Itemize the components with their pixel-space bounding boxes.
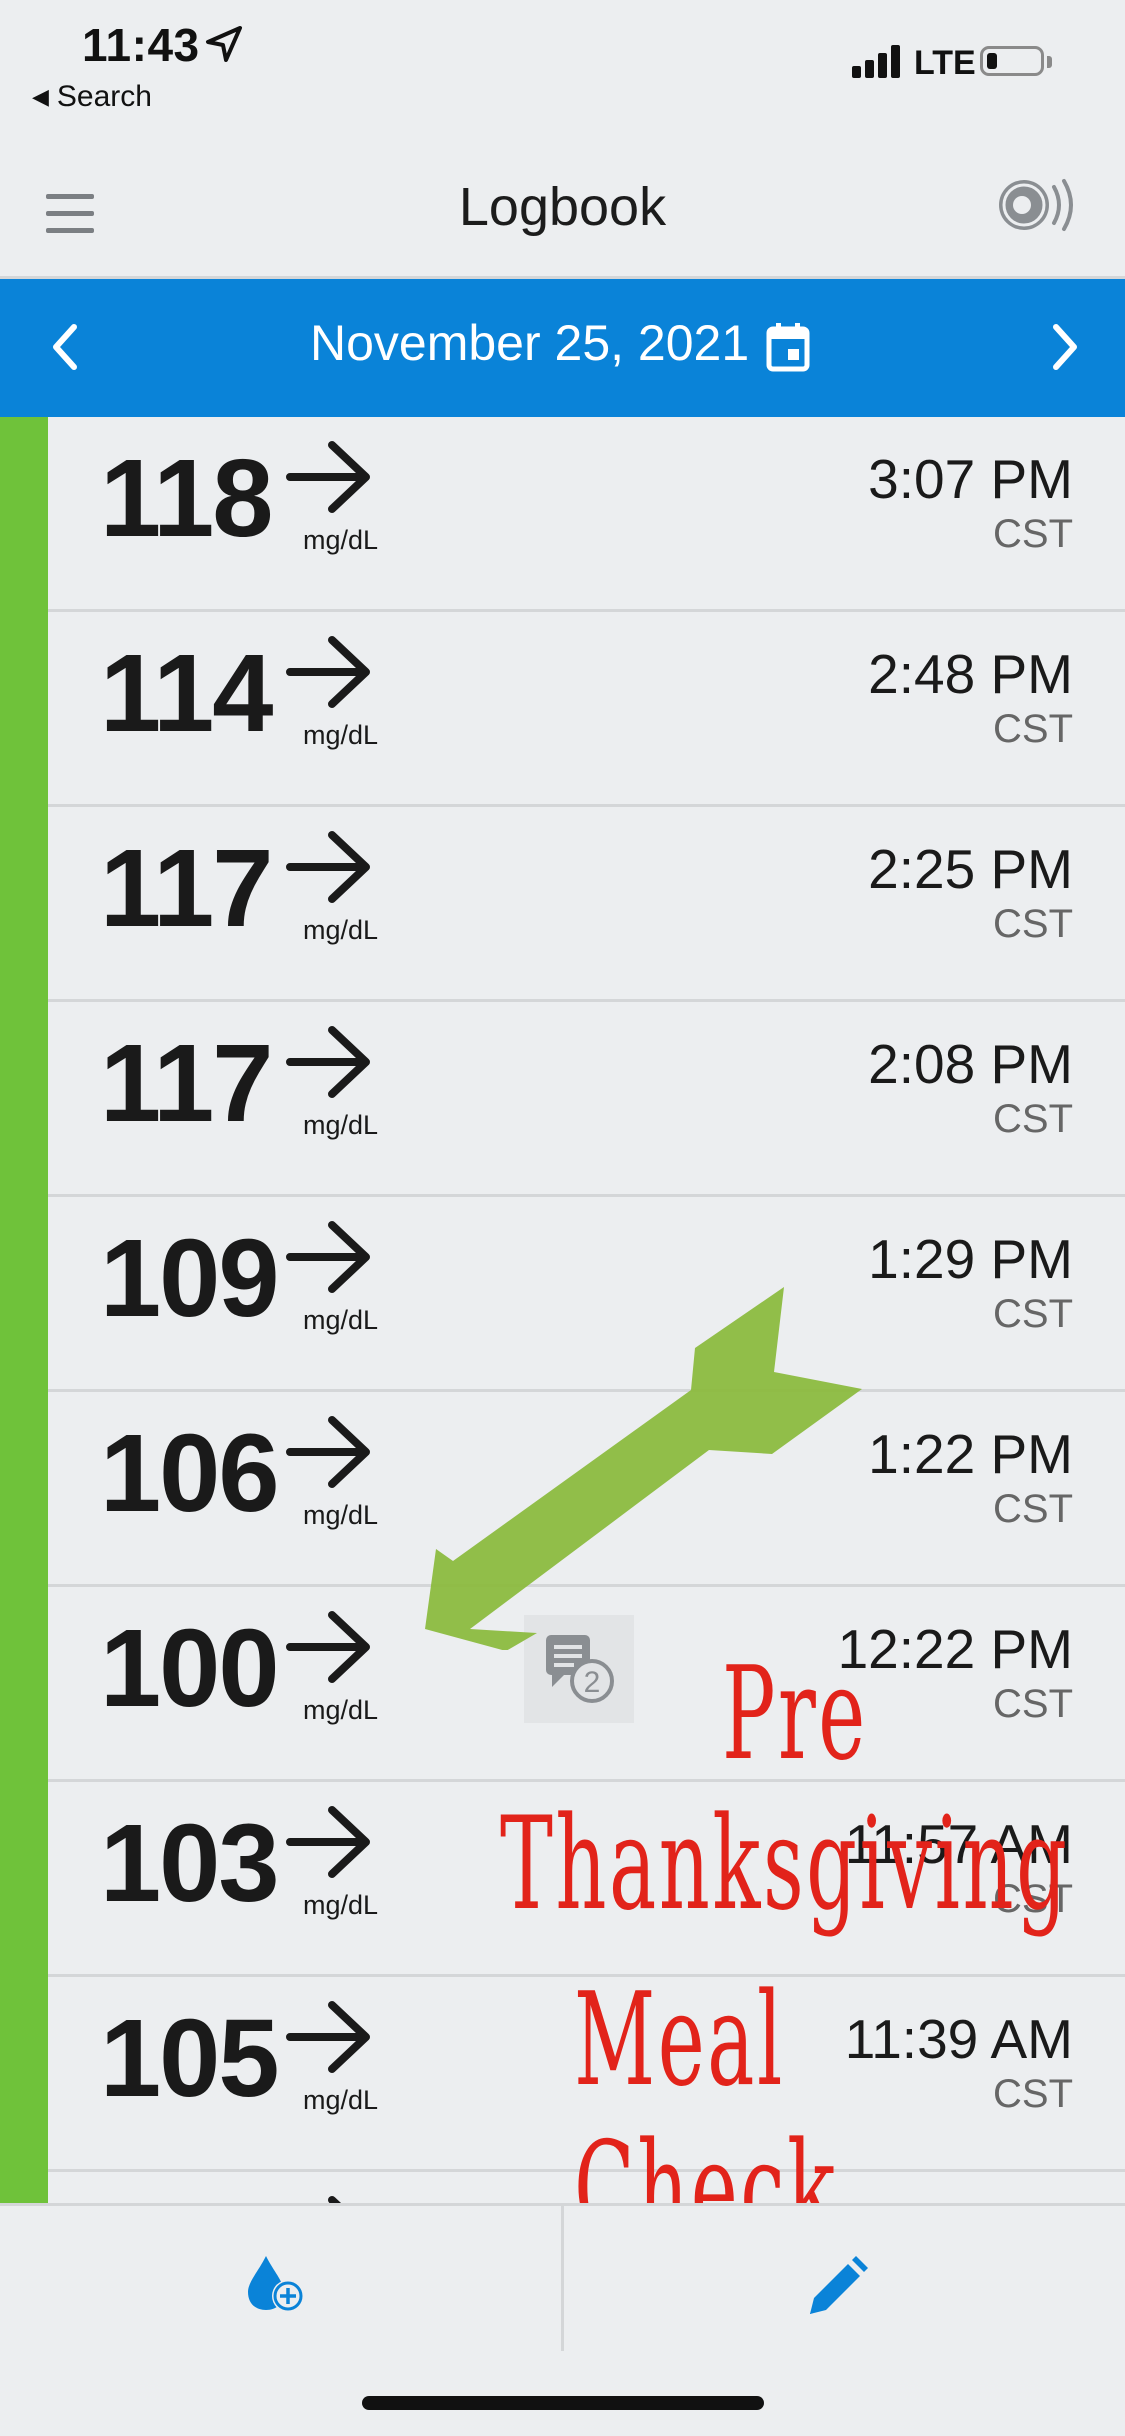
- glucose-value: 103: [100, 1802, 280, 1925]
- glucose-value: 109: [100, 1217, 280, 1340]
- glucose-unit: mg/dL: [303, 1305, 379, 1335]
- current-date[interactable]: November 25, 2021: [310, 314, 749, 372]
- glucose-value: 106: [100, 1412, 280, 1535]
- chevron-left-icon[interactable]: [44, 317, 84, 377]
- table-row[interactable]: 117 mg/dL 2:25 PM CST: [48, 807, 1125, 1002]
- reading-time: 12:22 PM: [837, 1618, 1073, 1680]
- trend-arrow-right-icon: [286, 1806, 370, 1878]
- reading-timezone: CST: [993, 707, 1073, 751]
- bottom-toolbar: [0, 2203, 1125, 2351]
- reading-time: 2:25 PM: [868, 838, 1073, 900]
- reading-time: 1:29 PM: [868, 1228, 1073, 1290]
- add-blood-glucose-icon: [248, 2256, 304, 2312]
- network-type: LTE: [914, 44, 976, 82]
- table-row[interactable]: 109 mg/dL 1:29 PM CST: [48, 1197, 1125, 1392]
- table-row[interactable]: 118 mg/dL 3:07 PM CST: [48, 417, 1125, 612]
- reading-time: 2:48 PM: [868, 643, 1073, 705]
- glucose-value: 117: [100, 827, 273, 950]
- table-row[interactable]: 117 mg/dL 2:08 PM CST: [48, 1002, 1125, 1197]
- reading-time: 1:22 PM: [868, 1423, 1073, 1485]
- reading-timezone: CST: [993, 1487, 1073, 1531]
- trend-arrow-right-icon: [286, 2001, 370, 2073]
- reading-time: 2:08 PM: [868, 1033, 1073, 1095]
- back-triangle-icon: ◀: [32, 84, 49, 109]
- reading-timezone: CST: [993, 512, 1073, 556]
- annotation-line-2: Thanksgiving: [500, 1790, 1070, 1939]
- glucose-unit: mg/dL: [303, 915, 379, 945]
- trend-arrow-right-icon: [286, 441, 370, 513]
- back-to-search-link[interactable]: ◀ Search: [32, 80, 152, 114]
- reading-timezone: CST: [993, 1682, 1073, 1726]
- glucose-unit: mg/dL: [303, 1890, 379, 1920]
- location-arrow-icon: [206, 26, 242, 62]
- table-row[interactable]: 100 mg/dL 2 12:22 PM CST: [48, 1587, 1125, 1782]
- trend-arrow-right-icon: [286, 636, 370, 708]
- status-bar: 11:43 ◀ Search LTE: [0, 0, 1125, 150]
- glucose-value: 117: [100, 1022, 273, 1145]
- table-row[interactable]: 114 mg/dL 2:48 PM CST: [48, 612, 1125, 807]
- date-navigator: November 25, 2021: [0, 279, 1125, 417]
- glucose-unit: mg/dL: [303, 525, 379, 555]
- notes-icon[interactable]: 2: [524, 1615, 634, 1723]
- trend-arrow-right-icon: [286, 1611, 370, 1683]
- reading-time: 3:07 PM: [868, 448, 1073, 510]
- trend-arrow-right-icon: [286, 831, 370, 903]
- page-title: Logbook: [458, 177, 667, 237]
- glucose-unit: mg/dL: [303, 2085, 379, 2115]
- trend-arrow-right-icon: [328, 2196, 342, 2203]
- status-time: 11:43: [82, 19, 200, 71]
- annotation-line-1: Pre: [722, 1640, 868, 1789]
- back-label: Search: [56, 80, 152, 113]
- glucose-unit: mg/dL: [303, 720, 379, 750]
- calendar-icon[interactable]: [766, 321, 810, 373]
- in-range-indicator: [0, 417, 48, 2203]
- add-reading-button[interactable]: [0, 2206, 560, 2351]
- table-row[interactable]: 106 mg/dL 1:22 PM CST: [48, 1392, 1125, 1587]
- chevron-right-icon[interactable]: [1046, 317, 1086, 377]
- home-indicator[interactable]: [362, 2396, 764, 2410]
- notes-count: 2: [584, 1666, 601, 1699]
- pencil-edit-icon: [810, 2256, 868, 2314]
- trend-arrow-right-icon: [286, 1416, 370, 1488]
- reading-timezone: CST: [993, 2072, 1073, 2116]
- trend-arrow-right-icon: [286, 1026, 370, 1098]
- glucose-unit: mg/dL: [303, 1695, 379, 1725]
- glucose-unit: mg/dL: [303, 1110, 379, 1140]
- sensor-scan-icon[interactable]: [998, 175, 1082, 235]
- reading-timezone: CST: [993, 1097, 1073, 1141]
- glucose-unit: mg/dL: [303, 1500, 379, 1530]
- glucose-value: 118: [100, 437, 273, 560]
- reading-timezone: CST: [993, 902, 1073, 946]
- reading-timezone: CST: [993, 1292, 1073, 1336]
- app-header: Logbook: [0, 150, 1125, 279]
- trend-arrow-right-icon: [286, 1221, 370, 1293]
- glucose-value: 114: [100, 632, 273, 755]
- glucose-value: 105: [100, 1997, 280, 2120]
- cellular-signal-icon: [852, 44, 906, 78]
- glucose-value: 100: [100, 1607, 280, 1730]
- battery-icon: [980, 46, 1044, 76]
- edit-note-button[interactable]: [564, 2206, 1124, 2351]
